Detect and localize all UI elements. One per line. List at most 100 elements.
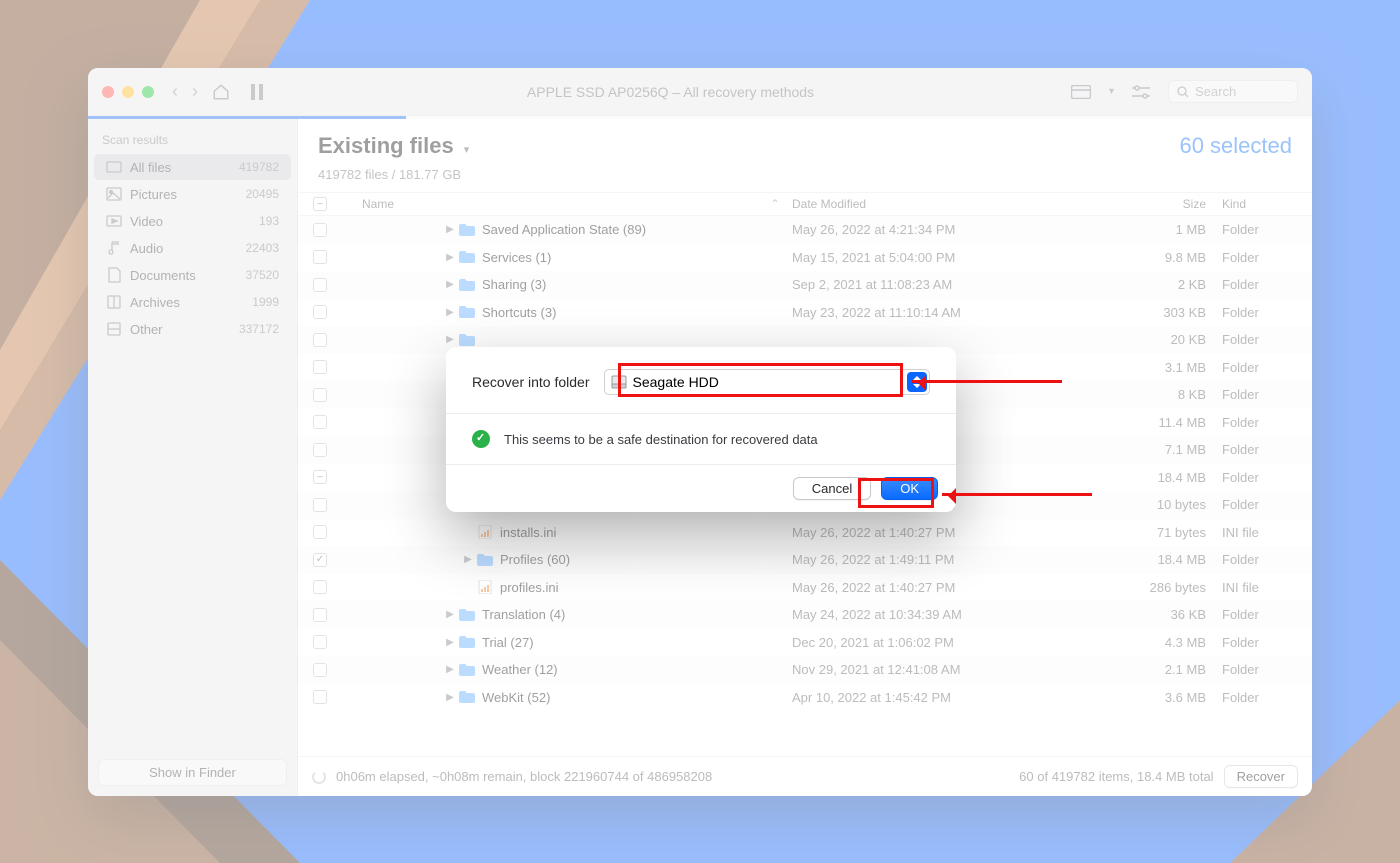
sidebar-item-audio[interactable]: Audio22403 (94, 235, 291, 261)
file-size: 2 KB (1022, 277, 1222, 292)
sidebar-item-other[interactable]: Other337172 (94, 316, 291, 342)
sidebar-item-count: 20495 (246, 187, 279, 201)
row-checkbox[interactable] (298, 553, 342, 567)
column-date[interactable]: Date Modified (792, 197, 1022, 211)
table-row[interactable]: ▶WebKit (52) Apr 10, 2022 at 1:45:42 PM … (298, 684, 1312, 712)
table-row[interactable]: ▶ Weather (12) Nov 29, 2021 at 12:41:08 A… (298, 656, 1312, 684)
row-checkbox[interactable] (298, 278, 342, 292)
sidebar-icon (106, 213, 122, 229)
table-row[interactable]: ▶Shortcuts (3) May 23, 2022 at 11:10:14 … (298, 299, 1312, 327)
row-checkbox[interactable] (298, 635, 342, 649)
table-row[interactable]: ▶Translation (4) May 24, 2022 at 10:34:3… (298, 601, 1312, 629)
table-row[interactable]: ▶Sharing (3) Sep 2, 2021 at 11:08:23 AM … (298, 271, 1312, 299)
cancel-button[interactable]: Cancel (793, 477, 871, 500)
file-date: Nov 29, 2021 at 12:41:08 AM (792, 662, 1022, 677)
maximize-window-icon[interactable] (142, 86, 154, 98)
folder-icon (458, 333, 476, 347)
row-checkbox[interactable] (298, 525, 342, 539)
ok-button[interactable]: OK (881, 477, 938, 500)
heading-dropdown-icon[interactable]: ▾ (464, 143, 470, 156)
row-checkbox[interactable] (298, 663, 342, 677)
disclosure-icon[interactable]: ▶ (442, 664, 458, 675)
disclosure-icon[interactable]: ▶ (442, 224, 458, 235)
column-name[interactable]: Name⌃ (342, 197, 792, 211)
row-checkbox[interactable] (298, 388, 342, 402)
destination-value: Seagate HDD (633, 374, 719, 390)
row-checkbox[interactable] (298, 608, 342, 622)
file-kind: Folder (1222, 497, 1312, 512)
row-checkbox[interactable] (298, 250, 342, 264)
page-subtitle: 419782 files / 181.77 GB (298, 167, 1312, 192)
table-row[interactable]: profiles.ini May 26, 2022 at 1:40:27 PM … (298, 574, 1312, 602)
row-checkbox[interactable] (298, 443, 342, 457)
sidebar-item-archives[interactable]: Archives1999 (94, 289, 291, 315)
folder-icon (458, 223, 476, 237)
disclosure-icon[interactable]: ▶ (442, 307, 458, 318)
disclosure-icon[interactable]: ▶ (442, 609, 458, 620)
sidebar-item-label: Audio (130, 241, 163, 256)
file-name: profiles.ini (500, 580, 559, 595)
disclosure-icon[interactable]: ▶ (442, 279, 458, 290)
file-size: 286 bytes (1022, 580, 1222, 595)
sidebar-item-documents[interactable]: Documents37520 (94, 262, 291, 288)
column-headers: Name⌃ Date Modified Size Kind (298, 192, 1312, 216)
disclosure-icon[interactable]: ▶ (442, 334, 458, 345)
disclosure-icon[interactable]: ▶ (442, 252, 458, 263)
folder-icon (458, 690, 476, 704)
home-icon[interactable] (206, 83, 236, 101)
table-row[interactable]: ▶Saved Application State (89) May 26, 20… (298, 216, 1312, 244)
recover-button[interactable]: Recover (1224, 765, 1298, 788)
table-row[interactable]: ▶Trial (27) Dec 20, 2021 at 1:06:02 PM 4… (298, 629, 1312, 657)
file-date: Sep 2, 2021 at 11:08:23 AM (792, 277, 1022, 292)
row-checkbox[interactable] (298, 223, 342, 237)
row-checkbox[interactable] (298, 690, 342, 704)
forward-icon[interactable]: › (192, 81, 198, 102)
sidebar-item-video[interactable]: Video193 (94, 208, 291, 234)
search-input[interactable]: Search (1168, 80, 1298, 103)
table-row[interactable]: installs.ini May 26, 2022 at 1:40:27 PM … (298, 519, 1312, 547)
show-in-finder-button[interactable]: Show in Finder (98, 759, 287, 786)
close-window-icon[interactable] (102, 86, 114, 98)
sidebar-item-label: Pictures (130, 187, 177, 202)
file-size: 9.8 MB (1022, 250, 1222, 265)
row-checkbox[interactable] (298, 360, 342, 374)
destination-dropdown[interactable]: Seagate HDD (604, 369, 930, 395)
traffic-lights (102, 86, 154, 98)
sidebar-item-all-files[interactable]: All files419782 (94, 154, 291, 180)
back-icon[interactable]: ‹ (172, 81, 178, 102)
file-date: Apr 10, 2022 at 1:45:42 PM (792, 690, 1022, 705)
row-checkbox[interactable] (298, 580, 342, 594)
file-size: 20 KB (1022, 332, 1222, 347)
row-checkbox[interactable] (298, 498, 342, 512)
table-row[interactable]: ▶Profiles (60) May 26, 2022 at 1:49:11 P… (298, 546, 1312, 574)
table-row[interactable]: ▶Services (1) May 15, 2021 at 5:04:00 PM… (298, 244, 1312, 272)
file-date: May 26, 2022 at 1:40:27 PM (792, 580, 1022, 595)
selected-count: 60 selected (1179, 133, 1292, 159)
safe-message: This seems to be a safe destination for … (504, 432, 818, 447)
row-checkbox[interactable] (298, 415, 342, 429)
settings-icon[interactable] (1132, 85, 1150, 99)
folder-icon (458, 608, 476, 622)
file-kind: Folder (1222, 387, 1312, 402)
file-kind: Folder (1222, 277, 1312, 292)
column-size[interactable]: Size (1022, 197, 1222, 211)
view-mode-icon[interactable] (1071, 85, 1091, 99)
row-checkbox[interactable] (298, 470, 342, 484)
minimize-window-icon[interactable] (122, 86, 134, 98)
sidebar-item-pictures[interactable]: Pictures 20495 (94, 181, 291, 207)
file-name: Weather (12) (482, 662, 558, 677)
titlebar: ‹ › APPLE SSD AP0256Q – All recovery met… (88, 68, 1312, 116)
sidebar: Scan results All files419782Pictures2049… (88, 119, 298, 796)
select-all-checkbox[interactable] (313, 197, 327, 211)
status-bar: 0h06m elapsed, ~0h08m remain, block 2219… (298, 756, 1312, 796)
disclosure-icon[interactable]: ▶ (460, 554, 476, 565)
column-kind[interactable]: Kind (1222, 197, 1312, 211)
chevron-down-icon[interactable]: ▾ (1109, 86, 1114, 97)
row-checkbox[interactable] (298, 333, 342, 347)
disclosure-icon[interactable]: ▶ (442, 637, 458, 648)
ini-icon (476, 525, 494, 539)
disclosure-icon[interactable]: ▶ (442, 692, 458, 703)
row-checkbox[interactable] (298, 305, 342, 319)
pause-icon[interactable] (244, 84, 270, 100)
file-size: 2.1 MB (1022, 662, 1222, 677)
